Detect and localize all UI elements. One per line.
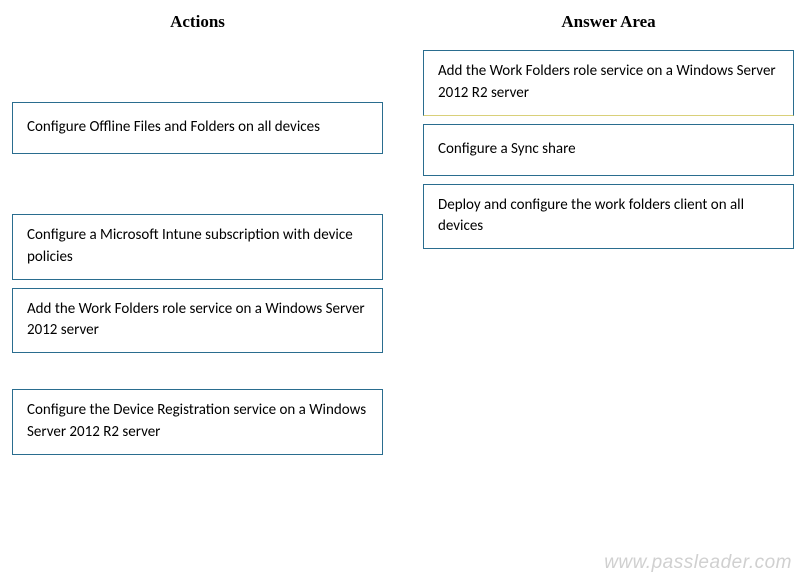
answer-item-label: Add the Work Folders role service on a W… [438,61,779,105]
action-item-label: Configure Offline Files and Folders on a… [27,117,320,139]
action-item-label: Configure a Microsoft Intune subscriptio… [27,225,368,269]
answer-item[interactable]: Configure a Sync share [423,124,794,176]
action-item-label: Add the Work Folders role service on a W… [27,299,368,343]
action-item[interactable]: Configure Offline Files and Folders on a… [12,102,383,154]
answer-header: Answer Area [423,12,794,32]
action-item[interactable]: Configure a Microsoft Intune subscriptio… [12,214,383,280]
action-item[interactable]: Configure the Device Registration servic… [12,389,383,455]
action-item-label: Configure the Device Registration servic… [27,400,368,444]
answer-column: Answer Area Add the Work Folders role se… [423,8,796,463]
actions-header: Actions [12,12,383,32]
action-item[interactable]: Add the Work Folders role service on a W… [12,288,383,354]
answer-item-label: Deploy and configure the work folders cl… [438,195,779,239]
drag-drop-container: Actions Configure Offline Files and Fold… [0,0,806,471]
answer-item[interactable]: Deploy and configure the work folders cl… [423,184,794,250]
actions-column: Actions Configure Offline Files and Fold… [10,8,383,463]
spacer [12,361,383,389]
answer-item[interactable]: Add the Work Folders role service on a W… [423,50,794,116]
watermark-text: www.passleader.com [604,552,792,574]
answer-item-label: Configure a Sync share [438,139,576,161]
spacer [12,162,383,214]
spacer [12,50,383,102]
